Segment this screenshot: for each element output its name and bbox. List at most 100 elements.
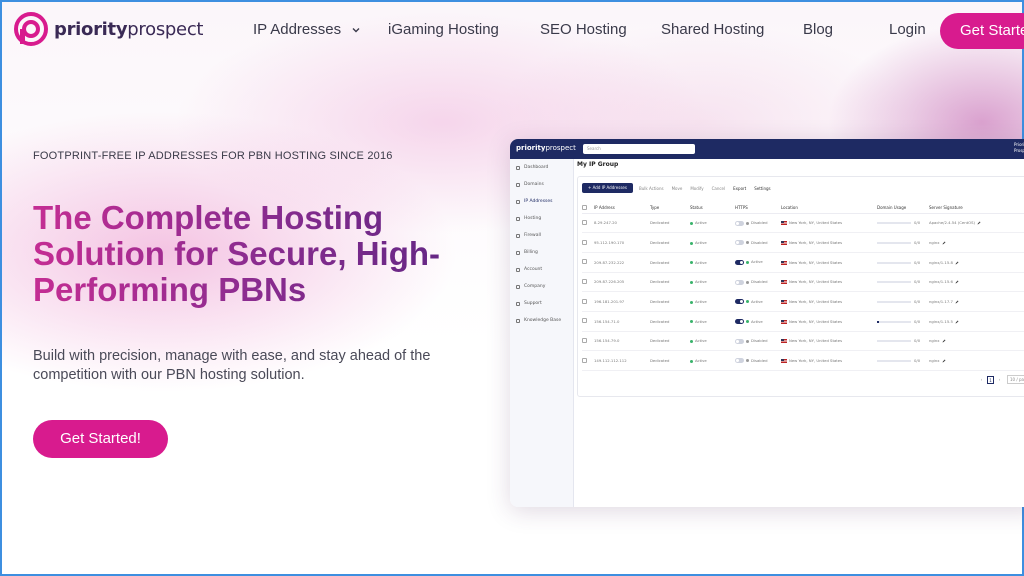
us-flag-icon (781, 359, 787, 364)
status-dot-icon (690, 261, 693, 265)
https-dot-icon (746, 339, 749, 343)
table-row[interactable]: 209.87.232.222 Dedicated Active Active New Y… (582, 252, 1024, 273)
row-checkbox[interactable] (582, 278, 587, 284)
https-toggle[interactable] (735, 259, 744, 265)
table-row[interactable]: 95.112.190.170 Dedicated Active Disabled New… (582, 232, 1024, 253)
cell-https: Active (735, 291, 781, 312)
cell-location: New York, NY, United States (781, 213, 877, 234)
edit-pencil-icon[interactable] (977, 221, 981, 225)
sidebar-icon (516, 216, 520, 221)
sidebar-item-account[interactable]: Account (510, 261, 573, 278)
usage-bar (877, 242, 911, 245)
hero-get-started-button[interactable]: Get Started! (33, 420, 168, 458)
https-toggle[interactable] (735, 299, 744, 305)
https-dot-icon (746, 221, 749, 225)
add-ip-button[interactable]: + Add IP Addresses (582, 183, 633, 193)
row-checkbox[interactable] (582, 337, 587, 343)
https-toggle[interactable] (735, 338, 744, 344)
col-type[interactable]: Type (650, 203, 690, 214)
table-row[interactable]: 156.154.71.0 Dedicated Active Active New Yor… (582, 311, 1024, 332)
sidebar-icon (516, 318, 520, 323)
toolbar-move[interactable]: Move (672, 186, 683, 191)
col-status[interactable]: Status (690, 203, 735, 214)
cell-https: Active (735, 252, 781, 273)
cell-location: New York, NY, United States (781, 272, 877, 293)
https-toggle[interactable] (735, 220, 744, 226)
edit-pencil-icon[interactable] (955, 261, 959, 265)
sidebar-item-company[interactable]: Company (510, 278, 573, 295)
select-all-checkbox[interactable] (582, 204, 587, 210)
table-row[interactable]: 8.29.247.20 Dedicated Active Disabled New Yo… (582, 213, 1024, 234)
table-row[interactable]: 156.154.79.0 Dedicated Active Disabled New Y… (582, 331, 1024, 352)
cell-https: Disabled (735, 350, 781, 371)
dashboard-page-title: My IP Group (577, 161, 619, 168)
toolbar-settings[interactable]: Settings (754, 186, 770, 191)
cell-domain-usage: 0/0 (877, 213, 929, 234)
row-checkbox[interactable] (582, 239, 587, 245)
col-location[interactable]: Location (781, 203, 877, 214)
ip-table-card: + Add IP Addresses Bulk Actions Move Modif… (577, 176, 1024, 397)
https-toggle[interactable] (735, 319, 744, 325)
hero-kicker: FOOTPRINT-FREE IP ADDRESSES FOR PBN HOST… (33, 150, 393, 162)
cell-signature: nginx (929, 331, 1024, 352)
https-toggle[interactable] (735, 358, 744, 364)
cell-ip: 149.112.112.112 (594, 350, 650, 371)
cell-status: Active (690, 291, 735, 312)
edit-pencil-icon[interactable] (942, 339, 946, 343)
edit-pencil-icon[interactable] (955, 280, 959, 284)
nav-blog[interactable]: Blog (803, 21, 833, 38)
col-domain-usage[interactable]: Domain Usage (877, 203, 929, 214)
sidebar-icon (516, 199, 520, 204)
col-server-signature[interactable]: Server Signature (929, 203, 1024, 214)
row-checkbox[interactable] (582, 259, 587, 265)
sidebar-item-firewall[interactable]: Firewall (510, 227, 573, 244)
edit-pencil-icon[interactable] (942, 241, 946, 245)
sidebar-item-support[interactable]: Support (510, 295, 573, 312)
sidebar-item-ip-addresses[interactable]: IP Addresses (510, 193, 573, 210)
edit-pencil-icon[interactable] (955, 300, 959, 304)
nav-get-started-button[interactable]: Get Started (940, 13, 1024, 49)
dashboard-user[interactable]: Priority Prospect (1014, 142, 1024, 154)
sidebar-item-knowledge-base[interactable]: Knowledge Base (510, 312, 573, 329)
toolbar-tools: Bulk Actions Move Modify Cancel Export Settin… (639, 186, 779, 191)
next-page-button[interactable]: › (996, 376, 1003, 384)
prev-page-button[interactable]: ‹ (978, 376, 985, 384)
https-toggle[interactable] (735, 240, 744, 246)
col-ip[interactable]: IP Address (594, 203, 650, 214)
nav-login[interactable]: Login (889, 21, 926, 38)
https-toggle[interactable] (735, 279, 744, 285)
sidebar-item-domains[interactable]: Domains (510, 176, 573, 193)
nav-seo-hosting[interactable]: SEO Hosting (540, 21, 627, 38)
toolbar-bulk-actions[interactable]: Bulk Actions (639, 186, 664, 191)
sidebar-item-billing[interactable]: Billing (510, 244, 573, 261)
table-row[interactable]: 196.181.201.97 Dedicated Active Active New Y… (582, 291, 1024, 312)
toolbar-modify[interactable]: Modify (690, 186, 703, 191)
edit-pencil-icon[interactable] (942, 359, 946, 363)
nav-igaming-hosting[interactable]: iGaming Hosting (388, 21, 499, 38)
cell-location: New York, NY, United States (781, 252, 877, 273)
cell-signature: nginx/1.15.8 (929, 252, 1024, 273)
col-https[interactable]: HTTPS (735, 203, 781, 214)
row-checkbox[interactable] (582, 357, 587, 363)
dashboard-search-input[interactable]: Search (583, 144, 695, 154)
table-row[interactable]: 149.112.112.112 Dedicated Active Disabled Ne… (582, 350, 1024, 371)
row-checkbox[interactable] (582, 318, 587, 324)
current-page[interactable]: 1 (987, 375, 995, 384)
nav-ip-addresses[interactable]: IP Addresses (253, 21, 361, 38)
cell-location: New York, NY, United States (781, 350, 877, 371)
toolbar-cancel[interactable]: Cancel (712, 186, 726, 191)
cell-ip: 196.181.201.97 (594, 291, 650, 312)
sidebar-item-dashboard[interactable]: Dashboard (510, 159, 573, 176)
page-size-select[interactable]: 10 / page (1007, 375, 1024, 384)
table-row[interactable]: 209.87.226.205 Dedicated Active Disabled New… (582, 272, 1024, 293)
edit-pencil-icon[interactable] (955, 320, 959, 324)
toolbar-export[interactable]: Export (733, 186, 746, 191)
sidebar-item-hosting[interactable]: Hosting (510, 210, 573, 227)
status-dot-icon (690, 280, 693, 284)
row-checkbox[interactable] (582, 298, 587, 304)
cell-ip: 209.87.232.222 (594, 252, 650, 273)
cell-type: Dedicated (650, 213, 690, 234)
brand-logo[interactable]: priorityprospect (14, 12, 203, 46)
row-checkbox[interactable] (582, 219, 587, 225)
nav-shared-hosting[interactable]: Shared Hosting (661, 21, 764, 38)
